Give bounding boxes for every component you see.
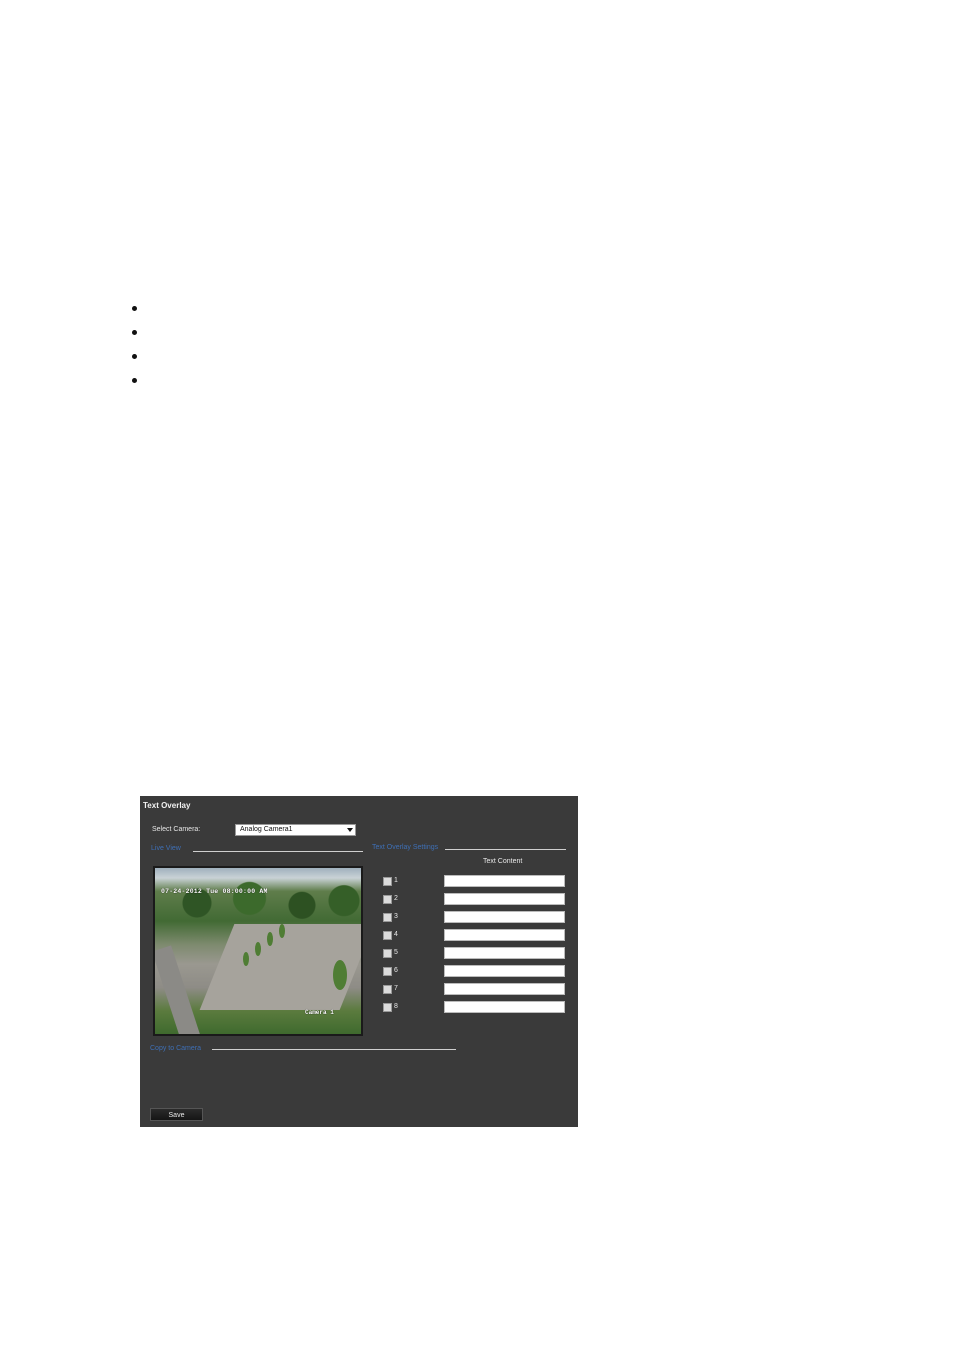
- live-view-tree: [333, 960, 347, 990]
- camera-select-value: Analog Camera1: [240, 826, 293, 833]
- overlay-text-field[interactable]: [444, 983, 565, 995]
- live-view-label: Live View: [151, 845, 181, 852]
- live-view-divider: [193, 851, 363, 852]
- text-overlay-settings-label: Text Overlay Settings: [372, 844, 439, 851]
- overlay-text-field[interactable]: [444, 1001, 565, 1013]
- overlay-number: 5: [394, 949, 398, 956]
- text-overlay-settings-divider: [445, 849, 566, 850]
- live-view-trees: [155, 880, 361, 926]
- overlay-text-field[interactable]: [444, 947, 565, 959]
- live-view-timestamp: 07-24-2012 Tue 08:00:00 AM: [161, 888, 268, 895]
- text-overlay-panel: Text Overlay Select Camera: Analog Camer…: [140, 796, 578, 1127]
- live-view-tree: [279, 924, 285, 938]
- overlay-checkbox[interactable]: [383, 985, 392, 994]
- overlay-text-field[interactable]: [444, 911, 565, 923]
- text-content-header: Text Content: [483, 858, 523, 865]
- live-view-video: 07-24-2012 Tue 08:00:00 AM Camera 1: [153, 866, 363, 1036]
- overlay-checkbox[interactable]: [383, 895, 392, 904]
- select-camera-label: Select Camera:: [152, 826, 201, 833]
- overlay-number: 6: [394, 967, 398, 974]
- live-view-tree: [243, 952, 249, 966]
- overlay-number: 7: [394, 985, 398, 992]
- overlay-checkbox[interactable]: [383, 931, 392, 940]
- overlay-checkbox[interactable]: [383, 1003, 392, 1012]
- panel-title: Text Overlay: [143, 801, 191, 810]
- copy-to-camera-label: Copy to Camera: [150, 1045, 201, 1052]
- save-button[interactable]: Save: [150, 1108, 203, 1121]
- overlay-checkbox[interactable]: [383, 967, 392, 976]
- overlay-number: 4: [394, 931, 398, 938]
- overlay-text-field[interactable]: [444, 875, 565, 887]
- copy-to-camera-divider: [212, 1049, 456, 1050]
- live-view-tree: [255, 942, 261, 956]
- chevron-down-icon: [347, 828, 353, 832]
- live-view-tree: [267, 932, 273, 946]
- overlay-number: 3: [394, 913, 398, 920]
- live-view-road: [155, 945, 202, 1034]
- overlay-number: 2: [394, 895, 398, 902]
- overlay-number: 1: [394, 877, 398, 884]
- camera-select[interactable]: Analog Camera1: [235, 824, 356, 836]
- overlay-checkbox[interactable]: [383, 913, 392, 922]
- overlay-checkbox[interactable]: [383, 949, 392, 958]
- overlay-text-field[interactable]: [444, 929, 565, 941]
- overlay-number: 8: [394, 1003, 398, 1010]
- overlay-text-field[interactable]: [444, 893, 565, 905]
- live-view-camera-name: Camera 1: [305, 1009, 334, 1016]
- overlay-text-field[interactable]: [444, 965, 565, 977]
- overlay-checkbox[interactable]: [383, 877, 392, 886]
